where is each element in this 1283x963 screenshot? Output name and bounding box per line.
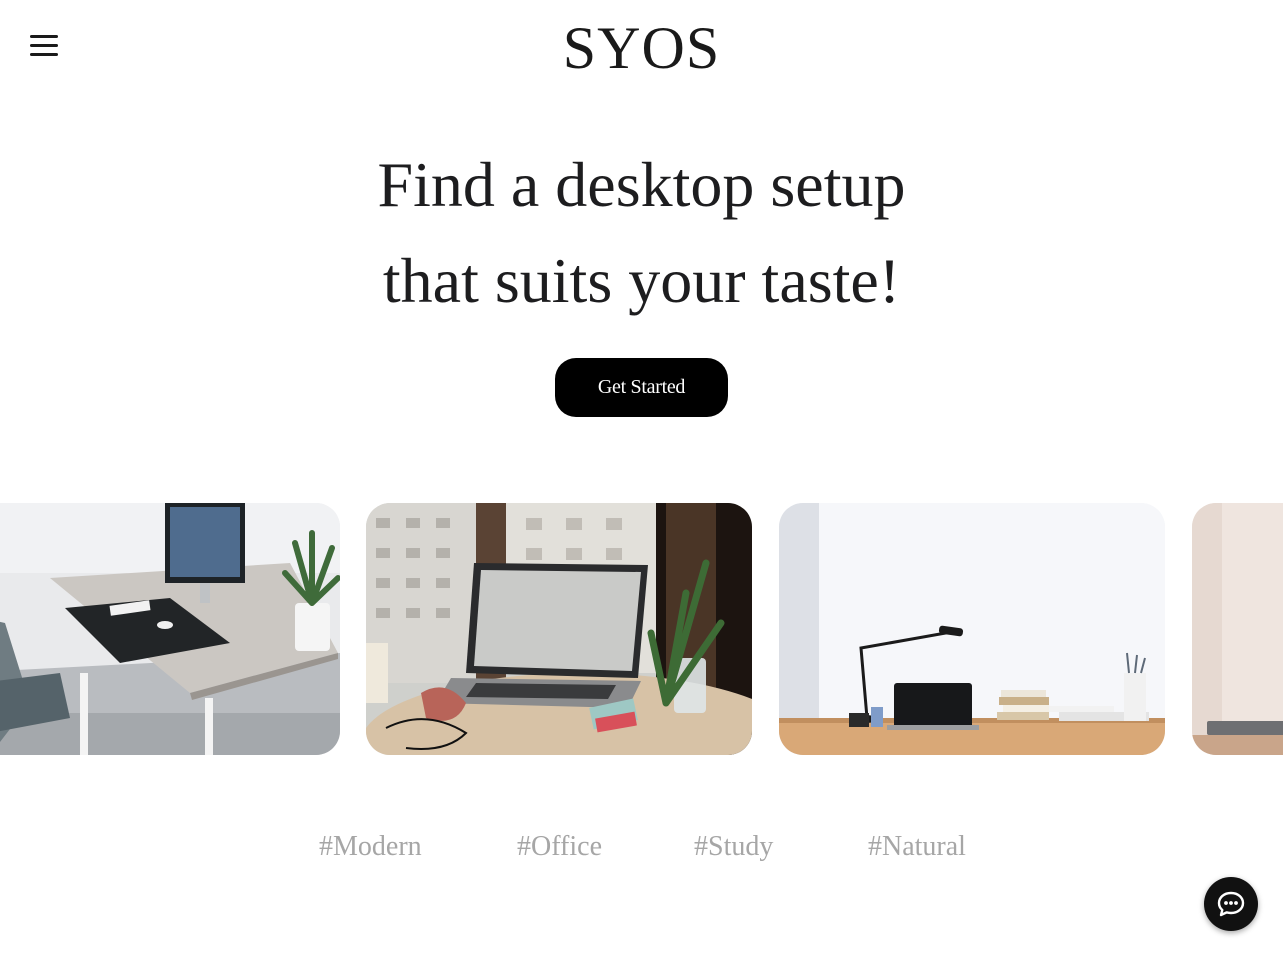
get-started-button[interactable]: Get Started <box>555 358 728 417</box>
setup-photo-modern-desk <box>0 503 340 755</box>
setup-card-laptop-window[interactable] <box>366 503 752 755</box>
hero-heading-line1: Find a desktop setup <box>377 149 906 220</box>
setup-card-modern-desk[interactable] <box>0 503 340 755</box>
setup-card-partial[interactable] <box>1192 503 1283 755</box>
tag-office[interactable]: #Office <box>517 828 602 866</box>
chat-bubble-icon <box>1217 891 1245 917</box>
setup-photo-bright-study <box>779 503 1165 755</box>
tag-modern[interactable]: #Modern <box>319 828 422 866</box>
hero-heading-line2: that suits your taste! <box>382 245 901 316</box>
setup-card-bright-study[interactable] <box>779 503 1165 755</box>
site-logo[interactable]: SYOS <box>0 14 1283 82</box>
setup-photo-laptop-window <box>366 503 752 755</box>
tag-study[interactable]: #Study <box>694 828 773 866</box>
tag-natural[interactable]: #Natural <box>868 828 966 866</box>
setup-photo-partial <box>1192 503 1283 755</box>
chat-button[interactable] <box>1204 877 1258 931</box>
